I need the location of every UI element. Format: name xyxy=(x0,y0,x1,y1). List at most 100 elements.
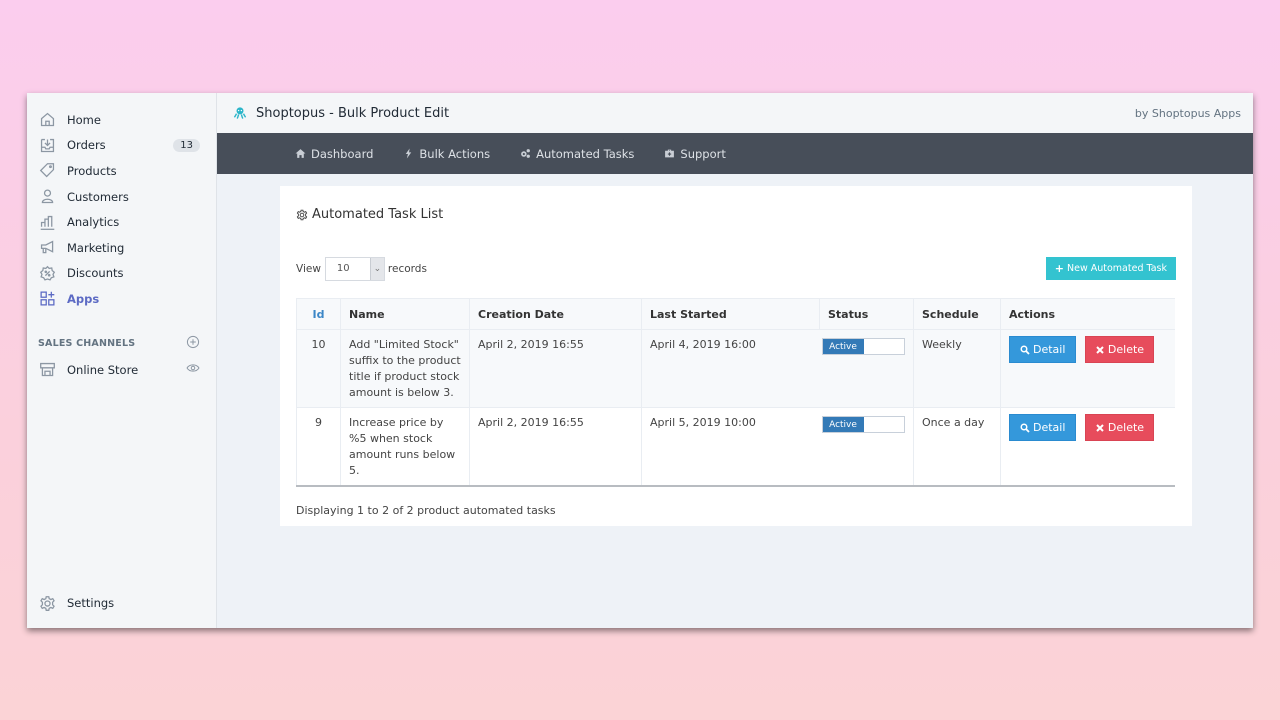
cell-creation-date: April 2, 2019 16:55 xyxy=(469,329,642,408)
table-row: 10 Add "Limited Stock" suffix to the pro… xyxy=(296,329,1175,408)
gear-icon xyxy=(38,594,56,612)
sidebar-item-label: Settings xyxy=(67,596,115,611)
close-icon xyxy=(1096,345,1104,354)
sidebar-item-marketing[interactable]: Marketing xyxy=(27,235,216,261)
records-per-page: View 10 ⌄ records xyxy=(296,257,427,281)
menu-label: Support xyxy=(680,146,726,161)
app-title-text: Shoptopus - Bulk Product Edit xyxy=(256,105,450,121)
view-store-button[interactable] xyxy=(186,361,200,378)
delete-button[interactable]: Delete xyxy=(1084,336,1155,363)
automated-task-table: Id Name Creation Date Last Started Statu… xyxy=(296,298,1175,487)
records-label: records xyxy=(387,263,427,275)
detail-button[interactable]: Detail xyxy=(1009,336,1077,363)
sales-channels-title: SALES CHANNELS xyxy=(38,338,136,350)
add-sales-channel-button[interactable] xyxy=(186,335,200,352)
menu-support[interactable]: Support xyxy=(664,146,726,161)
status-badge: Active xyxy=(822,339,864,354)
sidebar-item-apps[interactable]: Apps xyxy=(27,286,216,312)
menu-automated-tasks[interactable]: Automated Tasks xyxy=(520,147,634,161)
cell-status: Active xyxy=(819,329,914,408)
sidebar-item-analytics[interactable]: Analytics xyxy=(27,209,216,235)
column-header-status: Status xyxy=(819,298,914,330)
table-row: 9 Increase price by %5 when stock amount… xyxy=(296,407,1175,487)
bolt-icon xyxy=(406,148,412,159)
orders-count-badge: 13 xyxy=(173,138,200,152)
close-icon xyxy=(1096,423,1104,432)
cell-last-started: April 5, 2019 10:00 xyxy=(641,407,820,487)
records-select[interactable]: 10 ⌄ xyxy=(324,257,385,281)
menu-dashboard[interactable]: Dashboard xyxy=(295,147,373,161)
content-area: Automated Task List View 10 ⌄ records + … xyxy=(217,174,1253,628)
records-select-value: 10 xyxy=(336,263,350,274)
discount-icon xyxy=(38,264,56,282)
detail-label: Detail xyxy=(1033,420,1066,434)
cell-actions: Detail Delete xyxy=(1000,329,1175,408)
card-title: Automated Task List xyxy=(296,207,1176,222)
delete-label: Delete xyxy=(1107,342,1145,356)
cell-last-started: April 4, 2019 16:00 xyxy=(641,329,820,408)
table-controls: View 10 ⌄ records + New Automated Task xyxy=(296,256,1176,281)
app-topbar: Shoptopus - Bulk Product Edit by Shoptop… xyxy=(217,93,1253,133)
sidebar-item-products[interactable]: Products xyxy=(27,158,216,184)
column-header-last-started: Last Started xyxy=(641,298,820,330)
menu-label: Bulk Actions xyxy=(419,146,491,161)
new-task-label: New Automated Task xyxy=(1067,262,1167,274)
new-automated-task-button[interactable]: + New Automated Task xyxy=(1045,256,1176,280)
pagination-summary: Displaying 1 to 2 of 2 product automated… xyxy=(296,504,556,517)
plus-icon: + xyxy=(1054,261,1064,275)
sidebar-item-online-store[interactable]: Online Store xyxy=(27,357,216,383)
view-label: View xyxy=(296,263,321,275)
orders-icon xyxy=(38,136,56,154)
delete-button[interactable]: Delete xyxy=(1084,414,1155,441)
sidebar-item-label: Orders xyxy=(67,138,106,153)
delete-label: Delete xyxy=(1107,420,1145,434)
search-icon xyxy=(1020,345,1030,355)
cell-name: Add "Limited Stock" suffix to the produc… xyxy=(340,329,470,408)
column-header-actions: Actions xyxy=(1000,298,1175,330)
developer-credit: by Shoptopus Apps xyxy=(1134,106,1241,120)
cell-status: Active xyxy=(819,407,914,487)
menu-bulk-actions[interactable]: Bulk Actions xyxy=(403,147,490,161)
home-icon xyxy=(295,149,306,158)
status-badge: Active xyxy=(822,417,864,432)
sidebar-item-settings[interactable]: Settings xyxy=(27,590,216,616)
sidebar-item-customers[interactable]: Customers xyxy=(27,184,216,210)
search-icon xyxy=(1020,423,1030,433)
sidebar-item-label: Online Store xyxy=(67,362,139,377)
detail-button[interactable]: Detail xyxy=(1009,414,1077,441)
cell-creation-date: April 2, 2019 16:55 xyxy=(469,407,642,487)
cell-id: 9 xyxy=(296,407,341,487)
task-list-card: Automated Task List View 10 ⌄ records + … xyxy=(280,186,1192,526)
apps-icon xyxy=(38,290,56,308)
cell-schedule: Weekly xyxy=(913,329,1001,408)
column-header-name: Name xyxy=(340,298,470,330)
plus-circle-icon xyxy=(186,336,200,349)
sidebar-item-label: Products xyxy=(67,163,117,178)
gear-icon xyxy=(296,209,308,220)
cell-name: Increase price by %5 when stock amount r… xyxy=(340,407,470,487)
home-icon xyxy=(38,111,56,129)
main-area: Shoptopus - Bulk Product Edit by Shoptop… xyxy=(217,93,1253,628)
sales-channels-header: SALES CHANNELS xyxy=(27,334,216,354)
cogs-icon xyxy=(521,149,531,158)
card-title-text: Automated Task List xyxy=(312,207,444,222)
chevron-down-icon: ⌄ xyxy=(369,258,384,280)
sidebar-item-home[interactable]: Home xyxy=(27,107,216,133)
menu-label: Automated Tasks xyxy=(536,146,635,161)
eye-icon xyxy=(186,364,200,372)
octopus-logo-icon xyxy=(233,107,247,119)
cell-id: 10 xyxy=(296,329,341,408)
detail-label: Detail xyxy=(1033,342,1066,356)
app-menu: Dashboard Bulk Actions Automated Tasks S… xyxy=(217,133,1253,174)
bar-chart-icon xyxy=(38,213,56,231)
person-icon xyxy=(38,188,56,206)
sidebar-item-label: Customers xyxy=(67,189,129,204)
megaphone-icon xyxy=(38,239,56,257)
medkit-icon xyxy=(665,149,675,158)
status-toggle[interactable]: Active xyxy=(821,416,905,433)
sidebar-item-label: Apps xyxy=(67,291,100,306)
column-header-id[interactable]: Id xyxy=(296,298,341,330)
sidebar-item-discounts[interactable]: Discounts xyxy=(27,261,216,287)
sidebar-item-orders[interactable]: Orders 13 xyxy=(27,133,216,159)
status-toggle[interactable]: Active xyxy=(821,338,905,355)
